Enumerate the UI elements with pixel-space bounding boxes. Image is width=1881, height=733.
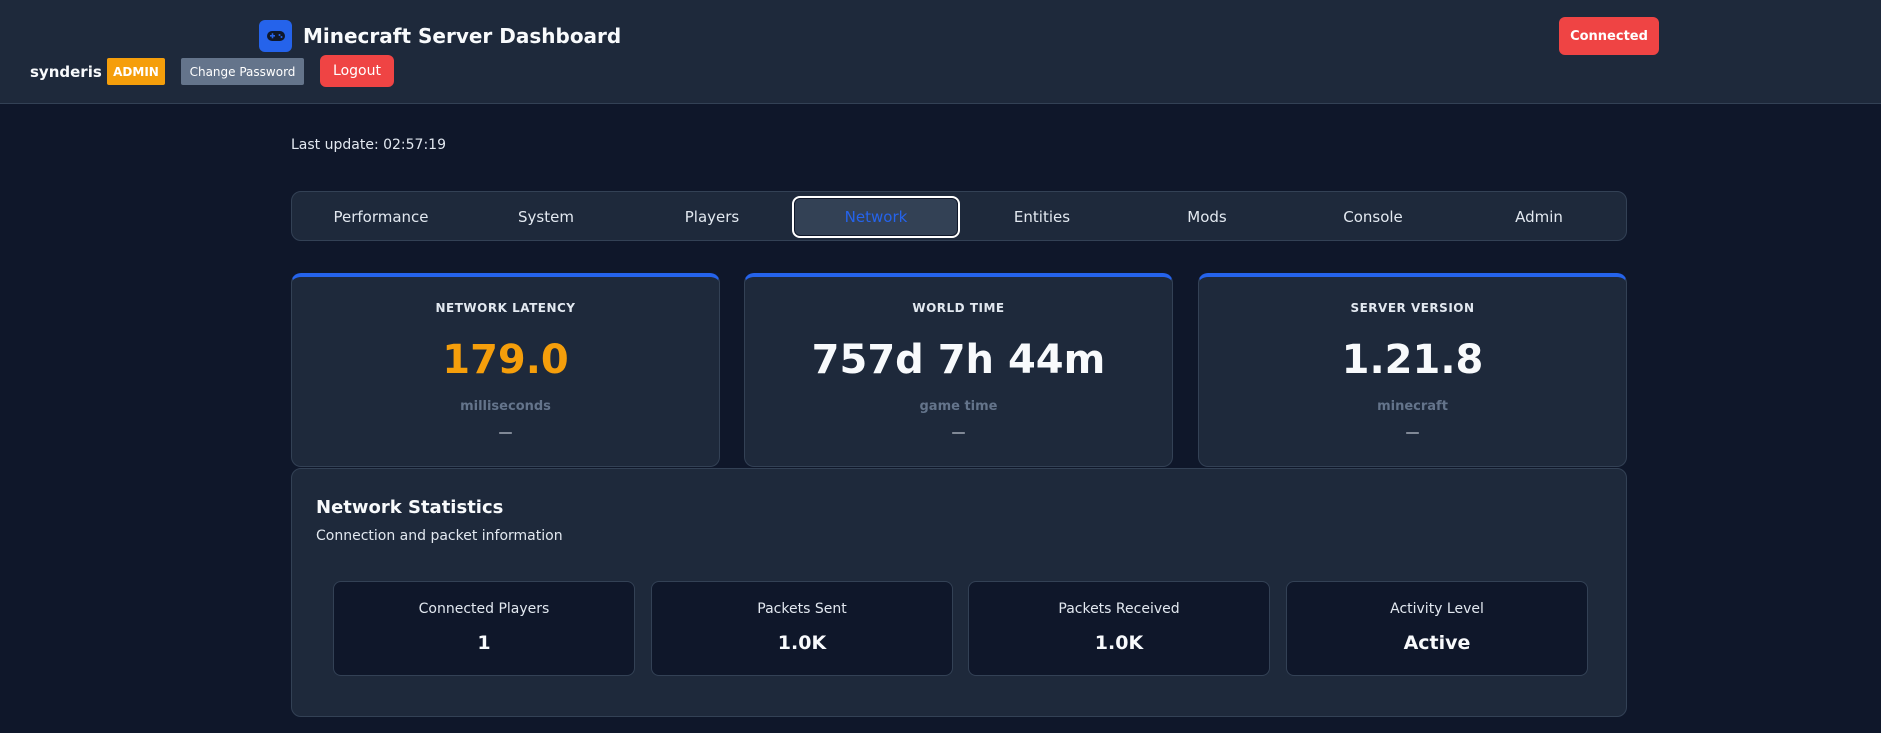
card-value: 757d 7h 44m bbox=[811, 337, 1106, 383]
card-trend: — bbox=[951, 425, 966, 441]
stat-value: 1.0K bbox=[1094, 632, 1144, 654]
gamepad-icon bbox=[259, 20, 292, 52]
stat-activity-level: Activity Level Active bbox=[1286, 581, 1588, 676]
logout-button[interactable]: Logout bbox=[320, 55, 394, 87]
card-value: 1.21.8 bbox=[1341, 337, 1484, 383]
card-label: NETWORK LATENCY bbox=[435, 301, 576, 315]
role-badge: ADMIN bbox=[107, 58, 165, 85]
panel-title: Network Statistics bbox=[316, 497, 504, 518]
stat-label: Packets Sent bbox=[757, 601, 847, 617]
tab-console[interactable]: Console bbox=[1289, 196, 1457, 238]
world-time-card: WORLD TIME 757d 7h 44m game time — bbox=[744, 273, 1173, 467]
card-value: 179.0 bbox=[442, 337, 569, 383]
tab-bar: Performance System Players Network Entit… bbox=[291, 191, 1627, 241]
change-password-button[interactable]: Change Password bbox=[181, 58, 304, 85]
card-label: SERVER VERSION bbox=[1350, 301, 1475, 315]
stat-label: Activity Level bbox=[1390, 601, 1484, 617]
tab-performance[interactable]: Performance bbox=[297, 196, 465, 238]
server-version-card: SERVER VERSION 1.21.8 minecraft — bbox=[1198, 273, 1627, 467]
tab-network[interactable]: Network bbox=[792, 196, 960, 238]
card-label: WORLD TIME bbox=[912, 301, 1005, 315]
card-unit: minecraft bbox=[1377, 399, 1448, 414]
card-unit: game time bbox=[919, 399, 998, 414]
tab-entities[interactable]: Entities bbox=[958, 196, 1126, 238]
card-trend: — bbox=[498, 425, 513, 441]
stat-label: Packets Received bbox=[1058, 601, 1180, 617]
network-latency-card: NETWORK LATENCY 179.0 milliseconds — bbox=[291, 273, 720, 467]
stat-label: Connected Players bbox=[418, 601, 550, 617]
app-title: Minecraft Server Dashboard bbox=[303, 24, 622, 48]
stat-value: 1 bbox=[477, 632, 491, 654]
card-unit: milliseconds bbox=[460, 399, 551, 414]
connection-status-badge: Connected bbox=[1559, 17, 1659, 55]
stat-value: 1.0K bbox=[777, 632, 827, 654]
network-statistics-panel: Network Statistics Connection and packet… bbox=[291, 468, 1627, 717]
panel-subtitle: Connection and packet information bbox=[316, 528, 563, 544]
tab-system[interactable]: System bbox=[462, 196, 630, 238]
tab-players[interactable]: Players bbox=[628, 196, 796, 238]
card-trend: — bbox=[1405, 425, 1420, 441]
tab-mods[interactable]: Mods bbox=[1123, 196, 1291, 238]
username: synderis bbox=[30, 63, 102, 81]
stat-connected-players: Connected Players 1 bbox=[333, 581, 635, 676]
stat-value: Active bbox=[1403, 632, 1471, 654]
stat-packets-received: Packets Received 1.0K bbox=[968, 581, 1270, 676]
tab-admin[interactable]: Admin bbox=[1455, 196, 1623, 238]
stat-packets-sent: Packets Sent 1.0K bbox=[651, 581, 953, 676]
last-update: Last update: 02:57:19 bbox=[291, 137, 446, 153]
top-header: Minecraft Server Dashboard synderis ADMI… bbox=[0, 0, 1881, 104]
